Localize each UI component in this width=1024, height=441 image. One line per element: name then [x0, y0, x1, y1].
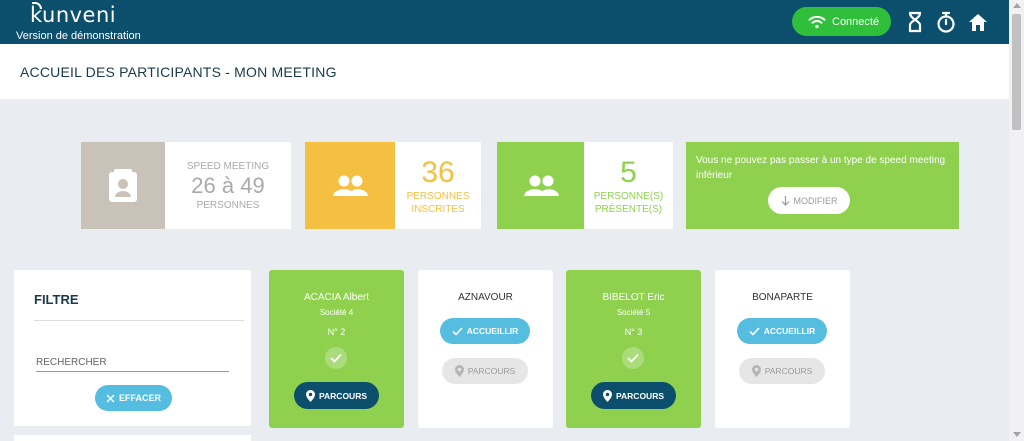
page-title-bar: ACCUEIL DES PARTICIPANTS - MON MEETING	[0, 44, 1009, 99]
accueillir-button[interactable]: ACCUEILLIR	[440, 318, 530, 344]
meeting-type-warning-card: Vous ne pouvez pas passer à un type de s…	[686, 142, 959, 229]
participant-card[interactable]: BONAPARTE ACCUEILLIR PARCOURS	[715, 270, 850, 428]
present-label-1: PERSONNE(S)	[593, 190, 664, 202]
participant-card[interactable]: ACACIA Albert Société 4 N° 2 PARCOURS	[269, 270, 404, 428]
participant-name: ACACIA Albert	[303, 292, 370, 303]
demo-version-label: Version de démonstration	[16, 30, 141, 42]
speed-meeting-card: SPEED MEETING 26 à 49 PERSONNES	[81, 142, 291, 229]
connection-status-button[interactable]: Connecté	[792, 7, 891, 36]
clear-filter-label: EFFACER	[118, 393, 161, 403]
top-bar: kunveni Version de démonstration Connect…	[0, 0, 1009, 44]
accueillir-button[interactable]: ACCUEILLIR	[737, 318, 827, 344]
registered-info: 36 PERSONNES INSCRITES	[395, 142, 481, 229]
parcours-label: PARCOURS	[615, 390, 664, 401]
hourglass-icon[interactable]	[905, 11, 925, 33]
map-pin-icon	[751, 365, 761, 377]
participant-number: N° 2	[327, 327, 346, 337]
warning-text: Vous ne pouvez pas passer à un type de s…	[696, 155, 946, 181]
filter-divider	[34, 320, 244, 321]
parcours-button[interactable]: PARCOURS	[591, 382, 676, 409]
map-pin-icon	[305, 389, 315, 402]
id-badge-icon	[109, 168, 137, 202]
participant-company: Société 5	[616, 308, 651, 317]
accueillir-label: ACCUEILLIR	[763, 326, 816, 336]
parcours-button[interactable]: PARCOURS	[294, 382, 379, 409]
registered-label-1: PERSONNES	[406, 190, 470, 202]
checkmark-icon	[325, 347, 347, 369]
parcours-label: PARCOURS	[764, 366, 813, 376]
map-pin-icon	[454, 365, 464, 377]
participant-card[interactable]: AZNAVOUR ACCUEILLIR PARCOURS	[418, 270, 553, 428]
check-icon	[749, 326, 760, 336]
speed-meeting-icon-panel	[81, 142, 165, 229]
filter-panel-lower	[14, 435, 251, 441]
scroll-up-arrow-icon[interactable]	[1012, 3, 1021, 8]
close-icon	[106, 393, 115, 403]
parcours-button-disabled[interactable]: PARCOURS	[739, 358, 825, 384]
modify-button-label: MODIFIER	[793, 195, 838, 206]
page-title: ACCUEIL DES PARTICIPANTS - MON MEETING	[20, 64, 337, 80]
accueillir-label: ACCUEILLIR	[466, 326, 519, 336]
speed-meeting-unit: PERSONNES	[196, 199, 260, 211]
check-icon	[452, 326, 463, 336]
participant-name: BONAPARTE	[752, 292, 813, 303]
parcours-label: PARCOURS	[467, 366, 516, 376]
clear-filter-button[interactable]: EFFACER	[95, 385, 172, 411]
modify-button[interactable]: MODIFIER	[768, 187, 850, 214]
registered-count-card: 36 PERSONNES INSCRITES	[305, 142, 481, 229]
home-icon[interactable]	[968, 11, 988, 33]
speed-meeting-info: SPEED MEETING 26 à 49 PERSONNES	[165, 142, 291, 229]
present-count: 5	[620, 155, 637, 189]
participant-number: N° 3	[624, 327, 643, 337]
present-info: 5 PERSONNE(S) PRÉSENTE(S)	[584, 142, 673, 229]
wifi-icon	[808, 15, 826, 28]
stopwatch-icon[interactable]	[936, 11, 956, 33]
speed-meeting-range: 26 à 49	[191, 172, 265, 198]
registered-count: 36	[421, 155, 455, 189]
filter-title: FILTRE	[34, 292, 79, 307]
parcours-button-disabled[interactable]: PARCOURS	[442, 358, 528, 384]
scroll-down-arrow-icon[interactable]	[1012, 432, 1021, 437]
participant-card[interactable]: BIBELOT Eric Société 5 N° 3 PARCOURS	[566, 270, 701, 428]
registered-label-2: INSCRITES	[411, 203, 465, 215]
participant-company: Société 4	[319, 308, 354, 317]
participant-name: AZNAVOUR	[458, 292, 513, 303]
registered-icon-panel	[305, 142, 395, 229]
speed-meeting-label: SPEED MEETING	[186, 160, 270, 172]
search-input[interactable]	[36, 354, 229, 372]
scrollbar-thumb[interactable]	[1012, 14, 1021, 130]
people-group-icon	[333, 175, 368, 196]
participant-name: BIBELOT Eric	[602, 292, 665, 303]
connection-status-label: Connecté	[832, 15, 880, 28]
present-icon-panel	[497, 142, 584, 229]
checkmark-icon	[622, 347, 644, 369]
map-pin-icon	[602, 389, 612, 402]
arrow-down-icon	[781, 195, 789, 206]
present-count-card: 5 PERSONNE(S) PRÉSENTE(S)	[497, 142, 673, 229]
app-logo: kunveni	[30, 3, 117, 27]
filter-panel: FILTRE EFFACER	[14, 270, 251, 426]
present-label-2: PRÉSENTE(S)	[594, 203, 663, 215]
parcours-label: PARCOURS	[318, 390, 367, 401]
people-group-icon	[523, 175, 559, 196]
